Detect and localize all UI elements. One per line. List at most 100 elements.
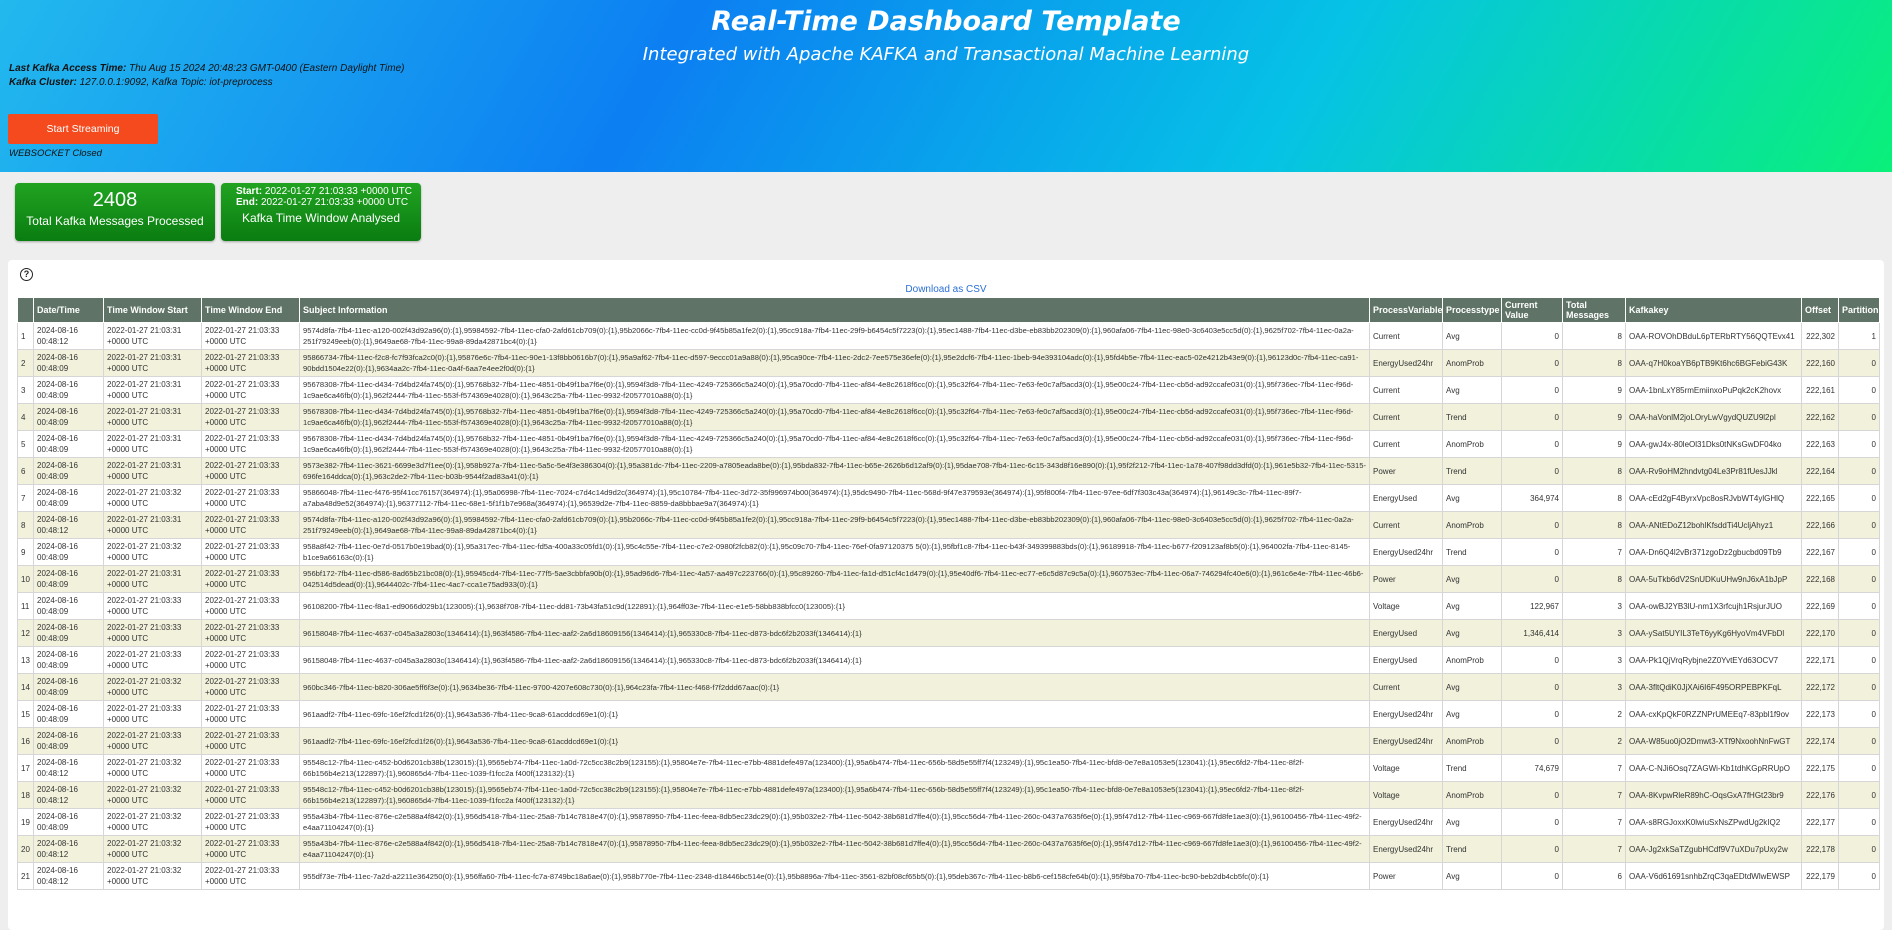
row-current-value: 0 <box>1501 457 1563 485</box>
row-processtype: Trend <box>1442 835 1502 863</box>
row-datetime: 2024-08-16 00:48:09 <box>33 457 104 485</box>
row-offset: 222,171 <box>1801 646 1839 674</box>
table-row[interactable]: 5 2024-08-16 00:48:09 2022-01-27 21:03:31 … <box>17 430 1880 458</box>
row-processtype: Avg <box>1442 673 1502 701</box>
row-current-value: 0 <box>1501 511 1563 539</box>
table-row[interactable]: 18 2024-08-16 00:48:12 2022-01-27 21:03:32… <box>17 781 1880 809</box>
table-row[interactable]: 14 2024-08-16 00:48:09 2022-01-27 21:03:32… <box>17 673 1880 701</box>
row-index: 16 <box>17 727 34 755</box>
row-total-messages: 8 <box>1562 349 1626 377</box>
row-kafkakey: OAA-ROVOhDBduL6pTERbRTY56QQTEvx41 <box>1625 322 1802 350</box>
row-window-end: 2022-01-27 21:03:33 +0000 UTC <box>201 646 300 674</box>
row-subject: 960bc346-7fb4-11ec-b820-306ae5ff6f3e(0):… <box>299 673 1370 701</box>
row-processvariable: EnergyUsed <box>1369 484 1443 512</box>
row-datetime: 2024-08-16 00:48:09 <box>33 808 104 836</box>
row-offset: 222,166 <box>1801 511 1839 539</box>
table-row[interactable]: 19 2024-08-16 00:48:09 2022-01-27 21:03:32… <box>17 808 1880 836</box>
table-row[interactable]: 21 2024-08-16 00:48:12 2022-01-27 21:03:32… <box>17 862 1880 890</box>
table-row[interactable]: 13 2024-08-16 00:48:09 2022-01-27 21:03:33… <box>17 646 1880 674</box>
row-total-messages: 7 <box>1562 781 1626 809</box>
row-partition: 0 <box>1838 754 1880 782</box>
table-row[interactable]: 1 2024-08-16 00:48:12 2022-01-27 21:03:31 … <box>17 322 1880 350</box>
row-processvariable: EnergyUsed24hr <box>1369 808 1443 836</box>
row-current-value: 364,974 <box>1501 484 1563 512</box>
row-processtype: Avg <box>1442 808 1502 836</box>
row-partition: 0 <box>1838 835 1880 863</box>
table-row[interactable]: 9 2024-08-16 00:48:09 2022-01-27 21:03:32 … <box>17 538 1880 566</box>
question-circle-icon[interactable]: ? <box>20 268 33 281</box>
row-processtype: Trend <box>1442 754 1502 782</box>
col-processvariable-header[interactable]: ProcessVariable <box>1369 297 1443 323</box>
col-kafkakey-header[interactable]: Kafkakey <box>1625 297 1802 323</box>
row-window-start: 2022-01-27 21:03:31 +0000 UTC <box>103 349 202 377</box>
table-row[interactable]: 7 2024-08-16 00:48:09 2022-01-27 21:03:32 … <box>17 484 1880 512</box>
table-row[interactable]: 15 2024-08-16 00:48:09 2022-01-27 21:03:33… <box>17 700 1880 728</box>
row-total-messages: 3 <box>1562 592 1626 620</box>
row-current-value: 0 <box>1501 430 1563 458</box>
col-window-start-header[interactable]: Time Window Start <box>103 297 202 323</box>
row-kafkakey: OAA-8KvpwRleR89hC-OqsGxA7fHGt23br9 <box>1625 781 1802 809</box>
row-subject: 9574d8fa-7fb4-11ec-a120-002f43d92a96(0):… <box>299 322 1370 350</box>
table-row[interactable]: 2 2024-08-16 00:48:09 2022-01-27 21:03:31 … <box>17 349 1880 377</box>
row-total-messages: 6 <box>1562 862 1626 890</box>
row-datetime: 2024-08-16 00:48:12 <box>33 754 104 782</box>
row-offset: 222,175 <box>1801 754 1839 782</box>
row-offset: 222,176 <box>1801 781 1839 809</box>
col-partition-header[interactable]: Partition <box>1838 297 1880 323</box>
row-processvariable: Current <box>1369 322 1443 350</box>
row-total-messages: 9 <box>1562 430 1626 458</box>
col-processtype-header[interactable]: Processtype <box>1442 297 1502 323</box>
table-row[interactable]: 3 2024-08-16 00:48:09 2022-01-27 21:03:31 … <box>17 376 1880 404</box>
row-kafkakey: OAA-1bnLxY85rmEmiinxoPuPqk2cK2hovx <box>1625 376 1802 404</box>
row-window-end: 2022-01-27 21:03:33 +0000 UTC <box>201 322 300 350</box>
table-row[interactable]: 11 2024-08-16 00:48:09 2022-01-27 21:03:33… <box>17 592 1880 620</box>
col-subject-header[interactable]: Subject Information <box>299 297 1370 323</box>
row-current-value: 0 <box>1501 808 1563 836</box>
col-window-end-header[interactable]: Time Window End <box>201 297 300 323</box>
row-subject: 955a43b4-7fb4-11ec-876e-c2e588a4f842(0):… <box>299 835 1370 863</box>
row-processtype: AnomProb <box>1442 430 1502 458</box>
row-window-start: 2022-01-27 21:03:32 +0000 UTC <box>103 862 202 890</box>
row-partition: 0 <box>1838 376 1880 404</box>
row-offset: 222,169 <box>1801 592 1839 620</box>
row-subject: 95678308-7fb4-11ec-d434-7d4bd24fa745(0):… <box>299 376 1370 404</box>
row-current-value: 0 <box>1501 322 1563 350</box>
table-row[interactable]: 8 2024-08-16 00:48:12 2022-01-27 21:03:31 … <box>17 511 1880 539</box>
row-datetime: 2024-08-16 00:48:09 <box>33 727 104 755</box>
row-window-end: 2022-01-27 21:03:33 +0000 UTC <box>201 727 300 755</box>
col-total-messages-header[interactable]: Total Messages <box>1562 297 1626 323</box>
time-window-card: Start: 2022-01-27 21:03:33 +0000 UTC End… <box>221 183 421 241</box>
col-index-header[interactable] <box>17 297 34 323</box>
row-current-value: 0 <box>1501 376 1563 404</box>
row-processtype: Avg <box>1442 862 1502 890</box>
row-subject: 96108200-7fb4-11ec-f8a1-ed9066d029b1(123… <box>299 592 1370 620</box>
row-kafkakey: OAA-ANtEDoZ12bohlKfsddTi4UcljAhyz1 <box>1625 511 1802 539</box>
table-row[interactable]: 16 2024-08-16 00:48:09 2022-01-27 21:03:33… <box>17 727 1880 755</box>
row-total-messages: 8 <box>1562 511 1626 539</box>
total-messages-label: Total Kafka Messages Processed <box>26 214 204 228</box>
table-row[interactable]: 17 2024-08-16 00:48:12 2022-01-27 21:03:32… <box>17 754 1880 782</box>
table-row[interactable]: 20 2024-08-16 00:48:12 2022-01-27 21:03:32… <box>17 835 1880 863</box>
row-current-value: 74,679 <box>1501 754 1563 782</box>
row-offset: 222,178 <box>1801 835 1839 863</box>
col-current-value-header[interactable]: Current Value <box>1501 297 1563 323</box>
row-subject: 955df73e-7fb4-11ec-7a2d-a2211e364250(0):… <box>299 862 1370 890</box>
row-window-end: 2022-01-27 21:03:33 +0000 UTC <box>201 835 300 863</box>
table-row[interactable]: 10 2024-08-16 00:48:09 2022-01-27 21:03:31… <box>17 565 1880 593</box>
col-datetime-header[interactable]: Date/Time <box>33 297 104 323</box>
table-row[interactable]: 6 2024-08-16 00:48:09 2022-01-27 21:03:31 … <box>17 457 1880 485</box>
row-window-start: 2022-01-27 21:03:31 +0000 UTC <box>103 403 202 431</box>
row-total-messages: 9 <box>1562 403 1626 431</box>
row-processtype: AnomProb <box>1442 781 1502 809</box>
row-kafkakey: OAA-s8RGJoxxK0lwiuSxNsZPwdUg2kIQ2 <box>1625 808 1802 836</box>
table-row[interactable]: 12 2024-08-16 00:48:09 2022-01-27 21:03:33… <box>17 619 1880 647</box>
col-offset-header[interactable]: Offset <box>1801 297 1839 323</box>
row-subject: 958a8f42-7fb4-11ec-0e7d-0517b0e19bad(0):… <box>299 538 1370 566</box>
row-processvariable: Power <box>1369 457 1443 485</box>
start-streaming-button[interactable]: Start Streaming <box>8 114 158 144</box>
row-partition: 0 <box>1838 700 1880 728</box>
download-csv-text[interactable]: Download as CSV <box>905 284 986 295</box>
row-window-start: 2022-01-27 21:03:32 +0000 UTC <box>103 538 202 566</box>
row-current-value: 0 <box>1501 538 1563 566</box>
table-row[interactable]: 4 2024-08-16 00:48:09 2022-01-27 21:03:31 … <box>17 403 1880 431</box>
